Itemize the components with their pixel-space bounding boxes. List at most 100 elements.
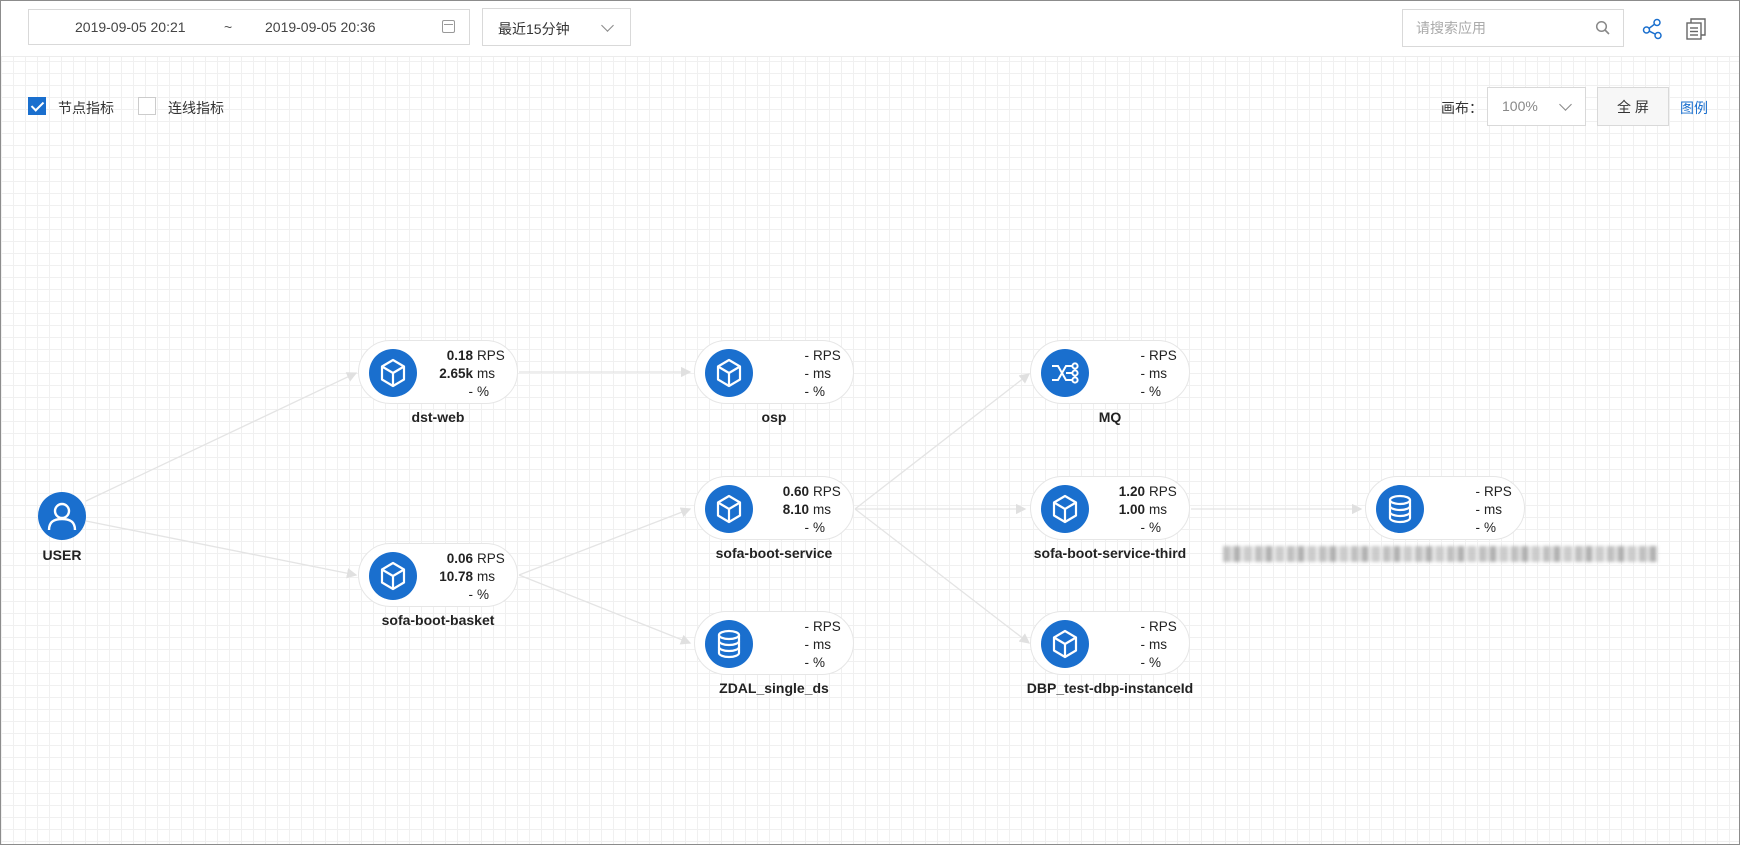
service-node-database[interactable]: - RPS - ms -%	[1365, 476, 1525, 540]
metric-pct-value: -	[804, 655, 810, 670]
edge-service-dbp	[854, 508, 1031, 644]
link-metrics-checkbox[interactable]	[138, 97, 156, 115]
search-input[interactable]	[1404, 11, 1608, 45]
metric-ms-unit: ms	[1149, 637, 1167, 652]
node-label-osp: osp	[761, 409, 787, 425]
metric-pct-unit: %	[813, 384, 826, 399]
node-metrics-toggle[interactable]: 节点指标	[28, 97, 148, 117]
node-label-sofa-boot-service-third: sofa-boot-service-third	[1033, 545, 1187, 561]
zoom-select[interactable]: 100%	[1487, 87, 1586, 126]
cube-icon	[1041, 620, 1089, 668]
service-node-dbp-test-dbp-instanceid[interactable]: - RPS - ms -%	[1030, 611, 1190, 675]
metric-ms-value: -	[804, 366, 810, 381]
service-node-zdal-single-ds[interactable]: - RPS - ms -%	[694, 611, 854, 675]
node-label-sofa-boot-service: sofa-boot-service	[715, 545, 833, 561]
metric-pct-row: -%	[1093, 519, 1185, 537]
metric-ms-value: 8.10	[782, 502, 809, 517]
node-metrics: 0.18 RPS 2.65k ms -%	[421, 347, 513, 401]
metric-ms-value: 10.78	[439, 569, 473, 584]
metric-ms-row: - ms	[757, 636, 849, 654]
metric-pct-row: -%	[757, 383, 849, 401]
metric-ms-row: - ms	[1093, 636, 1185, 654]
metric-rps-row: - RPS	[1093, 347, 1185, 365]
user-icon	[47, 502, 77, 531]
node-metrics: - RPS - ms -%	[1093, 618, 1185, 672]
range-separator: ~	[224, 19, 233, 35]
metric-rps-row: - RPS	[1428, 483, 1520, 501]
edge-basket-zdal	[518, 574, 692, 645]
legend-link[interactable]: 图例	[1680, 98, 1708, 118]
time-range-value: 最近15分钟	[498, 21, 570, 37]
date-range-picker[interactable]: 2019-09-05 20:21 ~ 2019-09-05 20:36	[28, 9, 470, 45]
metric-rps-unit: RPS	[1149, 348, 1177, 363]
chevron-down-icon	[1559, 98, 1572, 111]
metric-pct-value: -	[1475, 520, 1481, 535]
database-icon	[1376, 485, 1424, 533]
service-node-sofa-boot-service[interactable]: 0.60 RPS 8.10 ms -%	[694, 476, 854, 540]
metric-pct-row: -%	[757, 654, 849, 672]
metric-pct-unit: %	[1484, 520, 1497, 535]
node-metrics: 0.60 RPS 8.10 ms -%	[757, 483, 849, 537]
metric-ms-value: -	[804, 637, 810, 652]
list-view-icon[interactable]	[1683, 16, 1709, 42]
metric-pct-unit: %	[1149, 655, 1162, 670]
metric-ms-unit: ms	[813, 502, 831, 517]
metric-rps-value: 0.06	[446, 551, 473, 566]
node-label-dbp-test-dbp-instanceid: DBP_test-dbp-instanceId	[1026, 680, 1194, 696]
metric-pct-unit: %	[813, 520, 826, 535]
metric-pct-row: -%	[1093, 383, 1185, 401]
metric-pct-row: -%	[1093, 654, 1185, 672]
metric-rps-unit: RPS	[1484, 484, 1512, 499]
cube-icon	[369, 552, 417, 600]
metric-ms-value: 2.65k	[439, 366, 473, 381]
service-node-sofa-boot-basket[interactable]: 0.06 RPS 10.78 ms -%	[358, 543, 518, 607]
edge-service-mq	[854, 373, 1031, 510]
node-metrics: - RPS - ms -%	[1428, 483, 1520, 537]
service-node-osp[interactable]: - RPS - ms -%	[694, 340, 854, 404]
app-search[interactable]	[1402, 9, 1624, 47]
canvas-zoom-label: 画布：	[1441, 100, 1483, 116]
search-icon[interactable]	[1595, 20, 1611, 36]
metric-rps-value: -	[1140, 619, 1146, 634]
service-node-dst-web[interactable]: 0.18 RPS 2.65k ms -%	[358, 340, 518, 404]
metric-ms-unit: ms	[1149, 366, 1167, 381]
metric-ms-row: 8.10 ms	[757, 501, 849, 519]
metric-ms-unit: ms	[1149, 502, 1167, 517]
node-label-mq: MQ	[1098, 409, 1122, 425]
metric-pct-unit: %	[477, 384, 490, 399]
node-metrics-checkbox[interactable]	[28, 97, 46, 115]
metric-rps-row: - RPS	[757, 347, 849, 365]
user-node-label: USER	[42, 547, 82, 563]
edge-user-dst-web	[85, 372, 358, 502]
start-time[interactable]: 2019-09-05 20:21	[75, 19, 186, 35]
topology-page: 2019-09-05 20:21 ~ 2019-09-05 20:36 最近15…	[0, 0, 1740, 845]
link-metrics-toggle[interactable]: 连线指标	[138, 97, 258, 117]
metric-pct-unit: %	[1149, 520, 1162, 535]
metric-rps-unit: RPS	[477, 551, 505, 566]
service-node-mq[interactable]: - RPS - ms -%	[1030, 340, 1190, 404]
metric-rps-row: - RPS	[757, 618, 849, 636]
service-node-sofa-boot-service-third[interactable]: 1.20 RPS 1.00 ms -%	[1030, 476, 1190, 540]
metric-ms-row: - ms	[1093, 365, 1185, 383]
cube-icon	[705, 485, 753, 533]
metric-pct-value: -	[468, 384, 474, 399]
fullscreen-button[interactable]: 全 屏	[1597, 87, 1669, 126]
user-node[interactable]	[38, 492, 86, 540]
end-time[interactable]: 2019-09-05 20:36	[265, 19, 376, 35]
metric-ms-value: 1.00	[1118, 502, 1145, 517]
metric-rps-row: 0.18 RPS	[421, 347, 513, 365]
calendar-icon[interactable]	[442, 20, 455, 33]
topology-icon[interactable]	[1640, 16, 1666, 42]
metric-pct-value: -	[1140, 384, 1146, 399]
metric-rps-unit: RPS	[477, 348, 505, 363]
chevron-down-icon	[601, 19, 614, 32]
metric-rps-value: -	[1475, 484, 1481, 499]
metric-ms-unit: ms	[1484, 502, 1502, 517]
metric-ms-value: -	[1140, 637, 1146, 652]
time-range-select[interactable]: 最近15分钟	[482, 8, 631, 46]
edge-basket-service	[518, 507, 692, 576]
message-queue-icon	[1041, 349, 1089, 397]
node-label-dst-web: dst-web	[411, 409, 465, 425]
metric-rps-value: 0.60	[782, 484, 809, 499]
metric-rps-unit: RPS	[813, 348, 841, 363]
